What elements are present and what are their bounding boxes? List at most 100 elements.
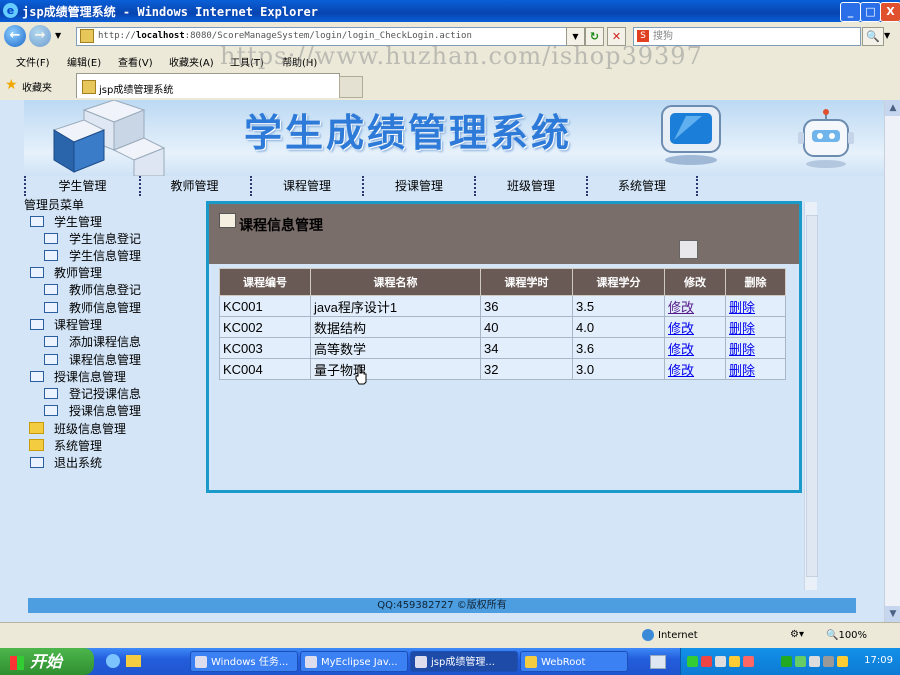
security-zone: Internet xyxy=(658,630,698,641)
zoom-level[interactable]: 🔍100% xyxy=(826,630,867,641)
explorer-quicklaunch-icon[interactable] xyxy=(126,655,141,667)
edit-link[interactable]: 修改 xyxy=(668,363,694,378)
tray-icon[interactable] xyxy=(823,656,834,667)
nav-course-management[interactable]: 课程管理 xyxy=(252,176,364,196)
sidebar-item-student-management[interactable]: 学生管理 xyxy=(54,213,102,230)
tray-icon[interactable] xyxy=(781,656,792,667)
table-row: KC004 量子物理 32 3.0 修改 删除 xyxy=(219,358,786,380)
course-id: KC004 xyxy=(219,358,311,380)
search-options-icon[interactable]: ▼ xyxy=(884,31,890,40)
sidebar-item-course-management[interactable]: 课程管理 xyxy=(54,316,102,333)
robot-icon xyxy=(798,109,854,168)
search-button[interactable]: 🔍 xyxy=(862,27,884,46)
nav-student-management[interactable]: 学生管理 xyxy=(24,176,141,196)
edit-link[interactable]: 修改 xyxy=(668,342,694,357)
minimize-button[interactable]: _ xyxy=(840,2,861,22)
course-id: KC003 xyxy=(219,337,311,359)
history-dropdown-icon[interactable]: ▼ xyxy=(55,31,61,40)
column-header: 课程学时 xyxy=(480,268,573,296)
column-header: 删除 xyxy=(725,268,786,296)
content-scrollbar[interactable] xyxy=(804,202,818,590)
menu-view[interactable]: 查看(V) xyxy=(118,54,153,69)
scroll-down-icon[interactable]: ▼ xyxy=(885,606,900,622)
ie-icon xyxy=(415,656,427,668)
table-row: KC002 数据结构 40 4.0 修改 删除 xyxy=(219,316,786,338)
ie-quicklaunch-icon[interactable] xyxy=(106,654,120,668)
close-button[interactable]: X xyxy=(880,2,900,22)
show-desktop-icon[interactable] xyxy=(650,655,666,669)
start-button[interactable]: 开始 xyxy=(0,648,94,675)
status-bar: Internet ⚙▾ 🔍100% xyxy=(0,622,900,649)
folder-icon xyxy=(30,267,44,278)
edit-link[interactable]: 修改 xyxy=(668,321,694,336)
nav-teaching-management[interactable]: 授课管理 xyxy=(364,176,476,196)
page-icon xyxy=(80,28,94,43)
menu-file[interactable]: 文件(F) xyxy=(16,54,50,69)
back-button[interactable]: ← xyxy=(4,25,26,47)
delete-link[interactable]: 删除 xyxy=(729,321,755,336)
new-tab-button[interactable] xyxy=(339,76,363,98)
sidebar-item-student-info[interactable]: 学生信息管理 xyxy=(69,247,141,264)
footer: QQ:459382727 ©版权所有 xyxy=(28,598,856,613)
sidebar-item-course-info[interactable]: 课程信息管理 xyxy=(69,351,141,368)
sidebar-item-teacher-info[interactable]: 教师信息管理 xyxy=(69,299,141,316)
sidebar-item-teaching-info[interactable]: 授课信息管理 xyxy=(69,402,141,419)
delete-link[interactable]: 删除 xyxy=(729,300,755,315)
sidebar-item-student-register[interactable]: 学生信息登记 xyxy=(69,230,141,247)
course-id: KC002 xyxy=(219,316,311,338)
monitor-icon xyxy=(661,105,721,165)
scroll-up-icon[interactable]: ▲ xyxy=(885,100,900,116)
sidebar-item-logout[interactable]: 退出系统 xyxy=(54,454,102,471)
protected-mode-icon[interactable]: ⚙▾ xyxy=(790,629,804,640)
taskbar-item-ie[interactable]: jsp成绩管理... xyxy=(410,651,518,672)
maximize-button[interactable]: □ xyxy=(860,2,881,22)
tray-icon[interactable] xyxy=(729,656,740,667)
delete-link[interactable]: 删除 xyxy=(729,363,755,378)
tray-icon[interactable] xyxy=(795,656,806,667)
browser-tab[interactable]: jsp成绩管理系统 xyxy=(76,73,340,98)
tray-icon[interactable] xyxy=(715,656,726,667)
myeclipse-icon xyxy=(305,656,317,668)
taskbar-item-task-manager[interactable]: Windows 任务... xyxy=(190,651,298,672)
nav-system-management[interactable]: 系统管理 xyxy=(588,176,698,196)
column-header: 课程名称 xyxy=(310,268,481,296)
favorites-button[interactable]: 收藏夹 xyxy=(22,79,52,94)
sidebar-item-class-management[interactable]: 班级信息管理 xyxy=(54,420,126,437)
print-icon[interactable] xyxy=(679,240,698,259)
forward-button[interactable]: → xyxy=(29,25,51,47)
sidebar-item-teacher-management[interactable]: 教师管理 xyxy=(54,264,102,281)
content-scrollbar-thumb[interactable] xyxy=(806,215,818,577)
taskbar-item-webroot[interactable]: WebRoot xyxy=(520,651,628,672)
page-icon xyxy=(44,233,58,244)
taskbar-item-myeclipse[interactable]: MyEclipse Jav... xyxy=(300,651,408,672)
column-header: 课程学分 xyxy=(572,268,665,296)
page-scrollbar[interactable]: ▲ ▼ xyxy=(884,100,900,622)
course-info-panel: 课程信息管理 课程编号 课程名称 课程学时 课程学分 修改 删除 KC001 j… xyxy=(206,201,802,493)
nav-teacher-management[interactable]: 教师管理 xyxy=(139,176,252,196)
sidebar-item-add-course[interactable]: 添加课程信息 xyxy=(69,333,141,350)
menu-edit[interactable]: 编辑(E) xyxy=(67,54,101,69)
edit-cell: 修改 xyxy=(664,337,726,359)
sidebar-item-system-management[interactable]: 系统管理 xyxy=(54,437,102,454)
edit-cell: 修改 xyxy=(664,295,726,317)
sidebar-item-teacher-register[interactable]: 教师信息登记 xyxy=(69,281,141,298)
menu-favorites[interactable]: 收藏夹(A) xyxy=(169,54,214,69)
tray-icon[interactable] xyxy=(837,656,848,667)
tray-icon[interactable] xyxy=(687,656,698,667)
watermark: https://www.huzhan.com/ishop39397 xyxy=(220,42,703,70)
sidebar-item-teaching-register[interactable]: 登记授课信息 xyxy=(69,385,141,402)
tray-icon[interactable] xyxy=(809,656,820,667)
course-credit: 3.6 xyxy=(572,337,665,359)
taskbar: 开始 Windows 任务... MyEclipse Jav... jsp成绩管… xyxy=(0,648,900,675)
tray-icon[interactable] xyxy=(701,656,712,667)
delete-link[interactable]: 删除 xyxy=(729,342,755,357)
nav-class-management[interactable]: 班级管理 xyxy=(476,176,588,196)
page-icon xyxy=(44,284,58,295)
sidebar-item-teaching-management[interactable]: 授课信息管理 xyxy=(54,368,126,385)
table-row: KC001 java程序设计1 36 3.5 修改 删除 xyxy=(219,295,786,317)
tray-icon[interactable] xyxy=(743,656,754,667)
folder-icon xyxy=(525,656,537,668)
top-navigation: 学生管理 教师管理 课程管理 授课管理 班级管理 系统管理 xyxy=(24,176,884,196)
page-viewport: 学生成绩管理系统 学生管理 教师管理 课程管理 授课管理 班级管理 系统管理 管… xyxy=(0,100,884,622)
edit-link[interactable]: 修改 xyxy=(668,300,694,315)
